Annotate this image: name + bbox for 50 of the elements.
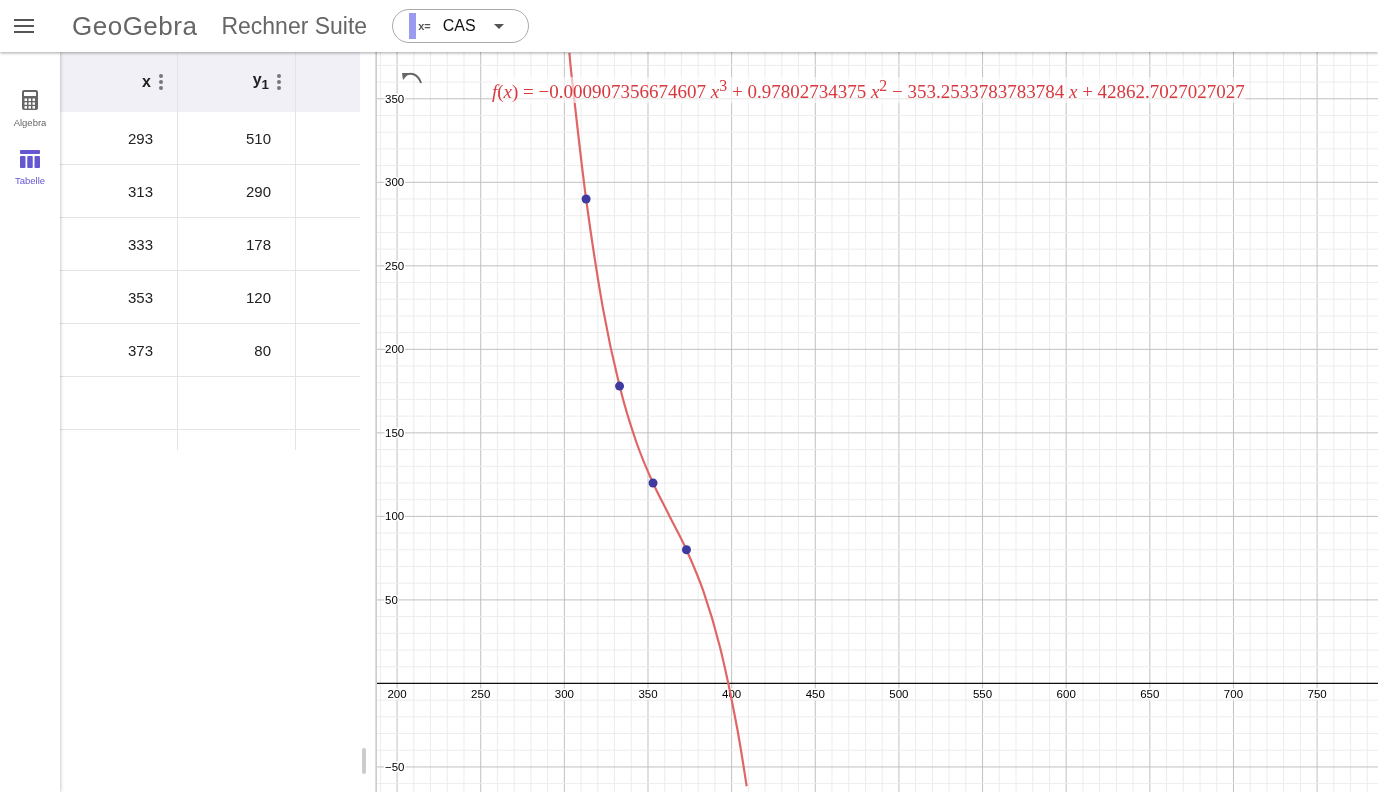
table-cell: 373 <box>60 324 178 376</box>
column-label: x <box>142 73 151 91</box>
undo-icon[interactable] <box>401 72 423 86</box>
table-cell: 178 <box>178 218 296 270</box>
x-tick-label: 450 <box>805 688 825 701</box>
y-tick-label: −50 <box>385 760 405 773</box>
y-tick-label: 350 <box>385 92 405 105</box>
table-cell: 510 <box>178 112 296 164</box>
x-tick-label: 750 <box>1307 688 1327 701</box>
table-cell: 120 <box>178 271 296 323</box>
data-point[interactable] <box>615 381 625 391</box>
table-cell: 80 <box>178 324 296 376</box>
x-tick-label: 250 <box>471 688 491 701</box>
y-tick-label: 150 <box>385 426 405 439</box>
x-tick-label: 500 <box>889 688 909 701</box>
more-options-icon[interactable] <box>159 74 163 90</box>
column-label: y$_{1}$ <box>252 71 269 93</box>
table-icon <box>20 150 40 168</box>
caret-icon <box>493 23 504 29</box>
sidebar-item[interactable]: Tabelle <box>14 150 46 186</box>
y-tick-label: 250 <box>385 259 405 272</box>
calculator-icon <box>22 90 38 110</box>
y-tick-label: 300 <box>385 176 405 189</box>
x-tick-label: 200 <box>387 688 407 701</box>
icon-label: x= <box>418 20 431 32</box>
menu-icon[interactable] <box>14 19 34 33</box>
function-equation: f(x) = −0.000907356674607 x$^{3}$ + 0.97802734375 x$^{2}$ − 353.2533783783784 x + 42862.7027027027 <box>492 77 1245 104</box>
app-title: Rechner Suite <box>221 12 368 40</box>
data-point[interactable] <box>648 478 658 488</box>
x-tick-label: 600 <box>1056 688 1076 701</box>
y-tick-label: 50 <box>385 593 398 606</box>
table-cell: 353 <box>60 271 178 323</box>
x-tick-label: 700 <box>1223 688 1244 701</box>
data-point[interactable] <box>581 194 591 204</box>
y-tick-label: 200 <box>385 343 405 356</box>
bar-icon <box>409 13 417 39</box>
logo: GeoGebra <box>72 10 198 42</box>
x-tick-label: 350 <box>638 688 658 701</box>
data-point[interactable] <box>681 545 691 555</box>
x-tick-label: 300 <box>554 688 574 701</box>
table-cell: 293 <box>60 112 178 164</box>
table-cell: 333 <box>60 218 178 270</box>
x-tick-label: 550 <box>972 688 993 701</box>
more-options-icon[interactable] <box>277 74 281 90</box>
resize-handle[interactable] <box>362 748 366 774</box>
table-cell: 313 <box>60 165 178 217</box>
x-tick-label: 650 <box>1140 688 1160 701</box>
y-tick-label: 100 <box>385 510 405 523</box>
table-cell: 290 <box>178 165 296 217</box>
sidebar-item[interactable]: Algebra <box>13 90 47 128</box>
